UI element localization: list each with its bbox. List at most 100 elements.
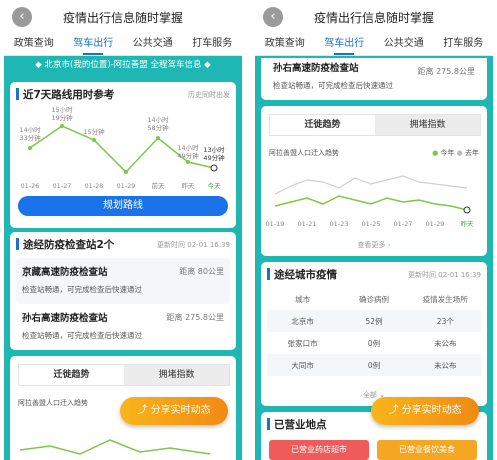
migration-card: 迁徙趋势 拥堵指数 阿拉善盟人口迁入趋势 ● 今年 ● 去年 01-19 01-… [261,106,487,256]
see-more-label: 查看更多 [357,241,386,249]
page-title: 疫情出行信息随时掌握 [62,10,183,25]
table-row: 北京市 52例 23个 [267,310,481,332]
share-button[interactable]: ⤴ 分享实时动态 [120,397,228,425]
title-accent-bar [267,268,270,280]
x-tick: 01-23 [330,220,349,228]
chart-point [28,146,32,150]
checkpoint-desc: 检查站畅通，可完成检查后快速通过 [22,285,142,294]
open-dining-tag[interactable]: 已营业餐饮美食 [377,440,477,460]
x-tick: 01-19 [266,220,285,228]
table-header-row: 城市 确诊病例 疫情发生场所 [267,288,481,310]
page-title: 疫情出行信息随时掌握 [313,10,434,25]
tab-policy[interactable]: 政策查询 [14,34,54,56]
tab-driving[interactable]: 驾车出行 [73,34,113,56]
x-tick: 01-25 [362,220,381,228]
checkpoints-header: 途经防疫检查站2个 更新时间 02-01 16:39 [10,232,236,256]
tab-congestion-index[interactable]: 拥堵指数 [124,365,229,385]
chart-point [156,136,160,140]
migration-chart: 01-19 01-21 01-23 01-25 01-27 01-29 昨天 [266,175,474,228]
title-accent-bar [16,88,19,100]
x-tick: 01-29 [426,220,445,228]
table-cell: 大同市 [291,360,314,370]
point-label-5a: 14小时 [147,115,169,124]
table-cell: 0例 [367,360,381,370]
left-screen: ‹ 疫情出行信息随时掌握 政策查询 驾车出行 公共交通 打车服务 ◆ 北京市(我… [4,0,242,460]
tab-transit[interactable]: 公共交通 [384,34,424,56]
expand-all-label: 全部 [362,391,377,399]
tab-policy[interactable]: 政策查询 [265,34,305,56]
table-cell: 未公布 [434,338,457,348]
table-cell: 0例 [367,338,381,348]
tab-bar: 政策查询 驾车出行 公共交通 打车服务 [4,34,242,56]
share-button-label: 分享实时动态 [401,405,462,416]
back-icon[interactable]: ‹ [12,7,32,27]
route-banner-text: 北京市(我的位置)-阿拉善盟 全程驾车信息 [44,60,202,70]
city-epidemic-card: 途经城市疫情 更新时间 02-01 16:39 城市 确诊病例 疫情发生场所 北… [261,262,487,406]
legend-dot-icon: ● [456,149,463,157]
share-button[interactable]: ⤴ 分享实时动态 [371,397,479,425]
point-label-6b: 49分钟 [177,151,199,160]
tab-taxi[interactable]: 打车服务 [192,34,232,56]
migration-tabs: 迁徙趋势 拥堵指数 [18,364,230,386]
checkpoint-item[interactable]: 孙右高速防疫检查站 距离 275.8公里 检查站畅通，可完成检查后快速通过 [16,304,230,350]
route-banner: ◆ 北京市(我的位置)-阿拉善盟 全程驾车信息 ◆ [4,56,242,74]
open-pharmacy-tag[interactable]: 已营业药店超市 [269,440,369,460]
tab-driving[interactable]: 驾车出行 [324,34,364,56]
tab-transit[interactable]: 公共交通 [133,34,173,56]
table-header-cell: 城市 [295,294,311,304]
right-screen: ‹ 疫情出行信息随时掌握 政策查询 驾车出行 公共交通 打车服务 孙右高速防疫检… [255,0,493,460]
point-label-6a: 14小时 [177,143,199,152]
migration-chart-title: 阿拉善盟人口迁入趋势 [18,399,88,407]
tab-migration-trend[interactable]: 迁徙趋势 [270,115,375,135]
back-icon[interactable]: ‹ [263,7,283,27]
checkpoints-title: 途经防疫检查站2个 [23,238,115,251]
x-tick: 01-27 [394,220,413,228]
chart-point [92,138,96,142]
migration-tabs: 迁徙趋势 拥堵指数 [269,114,481,136]
table-cell: 23个 [436,316,454,326]
x-tick-today: 今天 [208,181,222,190]
x-tick: 01-21 [298,220,317,228]
x-axis-labels: 01-19 01-21 01-23 01-25 01-27 01-29 昨天 [266,219,474,228]
point-label-1b: 33分钟 [19,133,41,142]
city-epidemic-updated: 更新时间 02-01 16:39 [408,271,481,279]
lastyear-line [274,175,468,195]
migration-line [19,439,211,455]
migration-chart-title: 阿拉善盟人口迁入趋势 [269,149,339,157]
point-label-5b: 58分钟 [147,123,169,132]
point-label-1a: 14小时 [19,125,41,134]
checkpoint-distance: 距离 275.8公里 [417,67,475,76]
checkpoint-desc: 检查站畅通，可完成检查后快速通过 [22,331,142,340]
table-cell: 未公布 [434,360,457,370]
checkpoint-item[interactable]: 孙右高速防疫检查站 距离 275.8公里 检查站畅通，可完成检查后快速通过 [267,58,481,96]
legend-dot-icon: ● [432,149,439,157]
chart-point [60,124,64,128]
tab-congestion-index[interactable]: 拥堵指数 [375,115,480,135]
open-places-title: 已营业地点 [274,418,327,431]
share-icon: ⤴ [388,405,402,416]
x-tick: 昨天 [182,181,196,190]
migration-legend: ● 今年 ● 去年 [432,148,479,158]
diamond-icon: ◆ [201,60,211,70]
city-epidemic-header: 途经城市疫情 更新时间 02-01 16:39 [261,262,487,286]
chart-point-latest [463,206,471,214]
x-tick: 01-28 [85,182,104,190]
table-header-cell: 疫情发生场所 [422,294,468,304]
see-more-link[interactable]: 查看更多 › [261,240,487,250]
chart-point [186,160,190,164]
checkpoints-card-tail: 孙右高速防疫检查站 距离 275.8公里 检查站畅通，可完成检查后快速通过 [261,58,487,100]
tab-migration-trend[interactable]: 迁徙趋势 [19,365,124,385]
checkpoint-item[interactable]: 京藏高速防疫检查站 距离 80公里 检查站畅通，可完成检查后快速通过 [16,258,230,304]
point-label-2a: 15小时 [51,105,73,114]
point-label-3: 15分钟 [83,127,105,136]
legend-today: 今年 [440,149,455,157]
header: ‹ 疫情出行信息随时掌握 [4,0,242,34]
x-tick: 01-29 [117,182,136,190]
table-cell: 张家口市 [287,338,318,348]
city-epidemic-title: 途经城市疫情 [274,268,337,281]
tab-taxi[interactable]: 打车服务 [443,34,483,56]
point-label-7a: 13小时 [203,145,225,154]
table-row: 大同市 0例 未公布 [267,354,481,376]
route-time-card: 近7天路线用时参考 历史同时出发 14小时 33分钟 15小时 19分钟 15分钟 … [10,82,236,228]
plan-route-button[interactable]: 规划路线 [18,196,228,216]
